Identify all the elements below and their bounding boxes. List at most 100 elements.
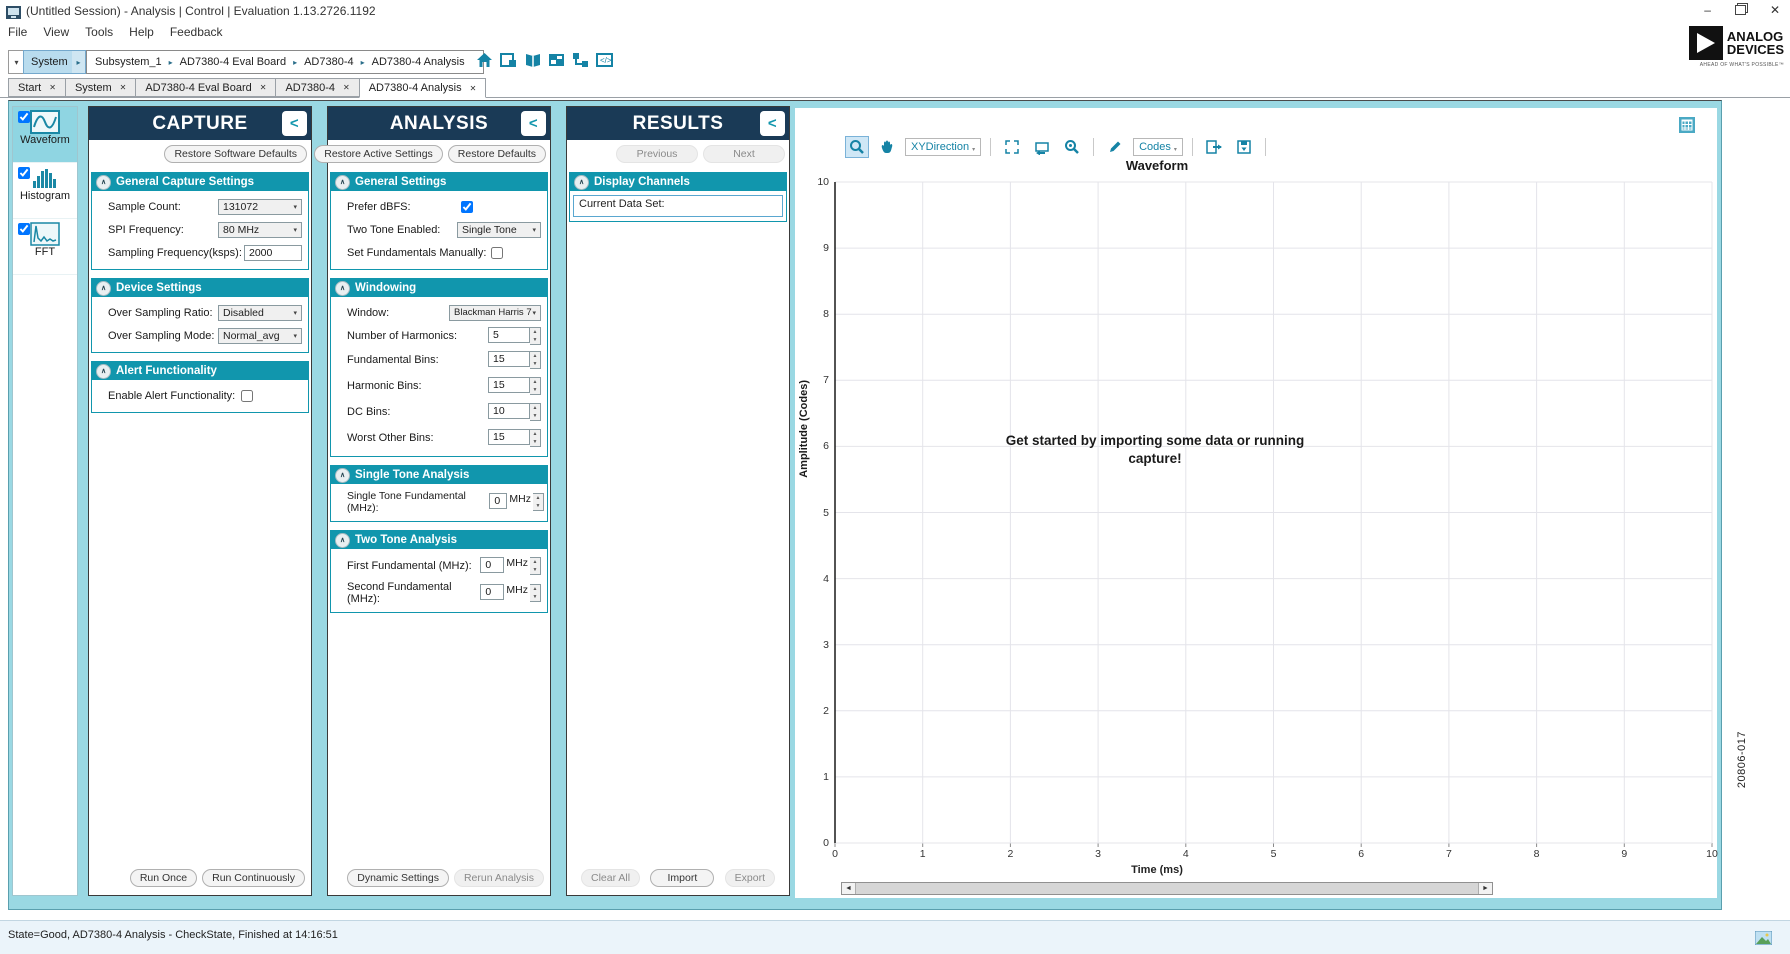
- collapse-circle-icon[interactable]: ∧: [335, 175, 350, 190]
- breadcrumb-analysis[interactable]: AD7380-4 Analysis: [372, 56, 465, 68]
- analysis-collapse-icon[interactable]: <: [521, 111, 546, 136]
- collapse-circle-icon[interactable]: ∧: [335, 468, 350, 483]
- tab-close-icon[interactable]: ✕: [120, 83, 127, 92]
- scroll-right-icon[interactable]: ►: [1479, 883, 1492, 894]
- collapse-circle-icon[interactable]: ∧: [96, 364, 111, 379]
- data-grid-icon[interactable]: [1679, 116, 1695, 134]
- menu-feedback[interactable]: Feedback: [170, 25, 223, 39]
- number-of-harmonics-stepper[interactable]: 5▲▼: [488, 327, 541, 345]
- waveform-checkbox[interactable]: [18, 111, 30, 123]
- restore-software-defaults-button[interactable]: Restore Software Defaults: [164, 145, 307, 163]
- enable-alert-checkbox[interactable]: [241, 390, 253, 402]
- menu-tools[interactable]: Tools: [85, 25, 113, 39]
- view-item-waveform[interactable]: Waveform: [13, 107, 77, 163]
- tab-close-icon[interactable]: ✕: [260, 83, 267, 92]
- section-header[interactable]: ∧ Alert Functionality: [92, 362, 308, 380]
- import-button[interactable]: Import: [650, 869, 714, 887]
- tab-start[interactable]: Start✕: [8, 78, 65, 97]
- breadcrumb-device[interactable]: AD7380-4: [304, 56, 354, 68]
- menu-file[interactable]: File: [8, 25, 27, 39]
- tab-device[interactable]: AD7380-4✕: [275, 78, 358, 97]
- tab-eval-board[interactable]: AD7380-4 Eval Board✕: [135, 78, 275, 97]
- over-sampling-mode-dropdown[interactable]: Normal_avg▾: [218, 328, 302, 344]
- wizard-icon[interactable]: [500, 52, 517, 68]
- first-fundamental-stepper[interactable]: 0MHz▲▼: [480, 557, 541, 575]
- fft-checkbox[interactable]: [18, 223, 30, 235]
- collapse-circle-icon[interactable]: ∧: [96, 281, 111, 296]
- zoom-history-button[interactable]: [1060, 136, 1084, 158]
- harmonic-bins-stepper[interactable]: 15▲▼: [488, 377, 541, 395]
- restore-defaults-button[interactable]: Restore Defaults: [448, 145, 546, 163]
- histogram-checkbox[interactable]: [18, 167, 30, 179]
- current-data-set-row[interactable]: Current Data Set:: [573, 195, 783, 217]
- tab-system[interactable]: System✕: [65, 78, 135, 97]
- section-header[interactable]: ∧ Two Tone Analysis: [331, 531, 547, 549]
- fundamental-bins-stepper[interactable]: 15▲▼: [488, 351, 541, 369]
- tab-analysis[interactable]: AD7380-4 Analysis✕: [359, 78, 487, 98]
- restore-button[interactable]: [1735, 5, 1746, 15]
- chart-horizontal-scrollbar[interactable]: ◄ ►: [841, 882, 1493, 895]
- tab-close-icon[interactable]: ✕: [470, 84, 477, 93]
- menu-help[interactable]: Help: [129, 25, 154, 39]
- capture-collapse-icon[interactable]: <: [282, 111, 307, 136]
- breadcrumb-subsystem[interactable]: Subsystem_1: [95, 56, 162, 68]
- section-header[interactable]: ∧ General Capture Settings: [92, 173, 308, 191]
- section-header[interactable]: ∧ Device Settings: [92, 279, 308, 297]
- breadcrumb-eval-board[interactable]: AD7380-4 Eval Board: [180, 56, 286, 68]
- collapse-circle-icon[interactable]: ∧: [335, 281, 350, 296]
- zoom-select-button[interactable]: [845, 136, 869, 158]
- pan-hand-button[interactable]: [875, 136, 899, 158]
- breadcrumb-system[interactable]: System: [23, 50, 76, 74]
- screenshot-icon[interactable]: [1755, 929, 1772, 947]
- section-header[interactable]: ∧ Display Channels: [570, 173, 786, 191]
- plot-area[interactable]: 012345678910012345678910: [835, 182, 1712, 843]
- clear-all-button[interactable]: Clear All: [581, 869, 640, 887]
- annotate-pencil-button[interactable]: [1103, 136, 1127, 158]
- sample-count-dropdown[interactable]: 131072▾: [218, 199, 302, 215]
- minimize-button[interactable]: –: [1704, 3, 1711, 17]
- network-icon[interactable]: [572, 52, 589, 68]
- documentation-icon[interactable]: [524, 52, 541, 68]
- save-image-button[interactable]: [1232, 136, 1256, 158]
- second-fundamental-stepper[interactable]: 0MHz▲▼: [480, 584, 541, 602]
- results-collapse-icon[interactable]: <: [760, 111, 785, 136]
- scroll-left-icon[interactable]: ◄: [842, 883, 855, 894]
- worst-other-bins-stepper[interactable]: 15▲▼: [488, 429, 541, 447]
- xydirection-dropdown[interactable]: XYDirection▾: [905, 138, 981, 156]
- view-item-histogram[interactable]: Histogram: [13, 163, 77, 219]
- restore-active-settings-button[interactable]: Restore Active Settings: [314, 145, 443, 163]
- breadcrumb-expand-icon[interactable]: ▸: [72, 50, 86, 74]
- close-button[interactable]: ✕: [1770, 3, 1780, 17]
- run-once-button[interactable]: Run Once: [130, 869, 197, 887]
- rerun-analysis-button[interactable]: Rerun Analysis: [454, 869, 544, 887]
- export-data-button[interactable]: [1202, 136, 1226, 158]
- run-continuously-button[interactable]: Run Continuously: [202, 869, 305, 887]
- home-icon[interactable]: [476, 52, 493, 68]
- sampling-frequency-input[interactable]: 2000: [244, 245, 302, 261]
- over-sampling-ratio-dropdown[interactable]: Disabled▾: [218, 305, 302, 321]
- section-header[interactable]: ∧ General Settings: [331, 173, 547, 191]
- register-icon[interactable]: </>: [596, 52, 613, 68]
- prefer-dbfs-checkbox[interactable]: [461, 201, 473, 213]
- collapse-circle-icon[interactable]: ∧: [335, 533, 350, 548]
- collapse-circle-icon[interactable]: ∧: [574, 175, 589, 190]
- export-button[interactable]: Export: [725, 869, 775, 887]
- codes-dropdown[interactable]: Codes▾: [1133, 138, 1183, 156]
- dc-bins-stepper[interactable]: 10▲▼: [488, 403, 541, 421]
- dynamic-settings-button[interactable]: Dynamic Settings: [347, 869, 449, 887]
- zoom-extents-button[interactable]: [1000, 136, 1024, 158]
- undo-zoom-button[interactable]: [1030, 136, 1054, 158]
- set-fundamentals-checkbox[interactable]: [491, 247, 503, 259]
- next-button[interactable]: Next: [703, 145, 785, 163]
- two-tone-enabled-dropdown[interactable]: Single Tone▾: [457, 222, 541, 238]
- window-dropdown[interactable]: Blackman Harris 7▾: [449, 305, 541, 321]
- collapse-circle-icon[interactable]: ∧: [96, 175, 111, 190]
- menu-view[interactable]: View: [43, 25, 69, 39]
- section-header[interactable]: ∧ Windowing: [331, 279, 547, 297]
- spi-frequency-dropdown[interactable]: 80 MHz▾: [218, 222, 302, 238]
- memory-map-icon[interactable]: [548, 52, 565, 68]
- tab-close-icon[interactable]: ✕: [49, 83, 56, 92]
- tab-close-icon[interactable]: ✕: [343, 83, 350, 92]
- section-header[interactable]: ∧ Single Tone Analysis: [331, 466, 547, 484]
- view-item-fft[interactable]: FFT: [13, 219, 77, 275]
